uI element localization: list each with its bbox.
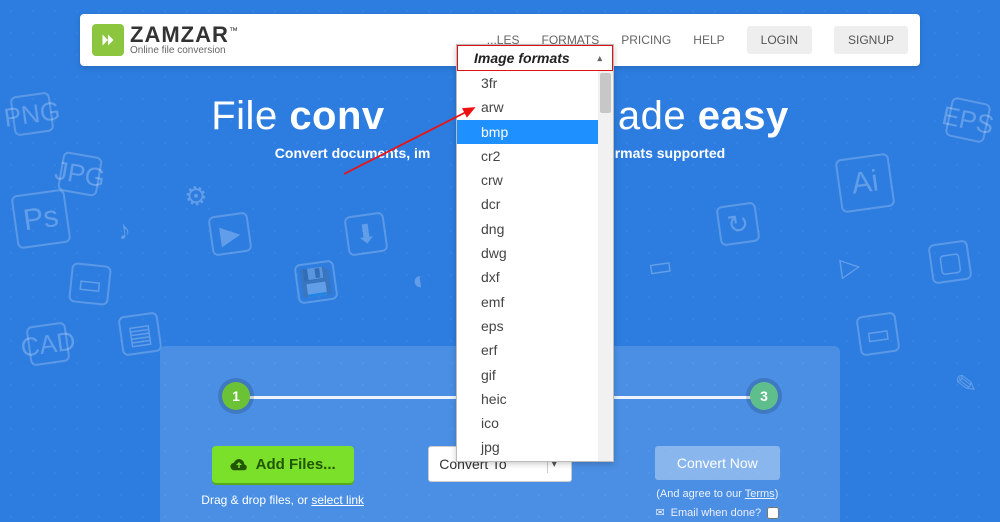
add-hint: Drag & drop files, or select link: [201, 493, 364, 507]
terms-link[interactable]: Terms: [745, 488, 775, 500]
format-option-cr2[interactable]: cr2: [457, 144, 613, 168]
bg-icon-book: ▤: [117, 311, 162, 356]
logo-icon: [92, 24, 124, 56]
step-1: 1: [222, 382, 250, 410]
login-button[interactable]: LOGIN: [747, 26, 812, 54]
bg-icon-pencil: ✎: [943, 361, 988, 406]
step-3: 3: [750, 382, 778, 410]
scrollbar-thumb[interactable]: [600, 73, 611, 113]
bg-icon-page: ▭: [637, 243, 682, 288]
format-option-erf[interactable]: erf: [457, 338, 613, 362]
format-option-bmp[interactable]: bmp: [457, 120, 613, 144]
triangle-up-icon: ▴: [597, 53, 602, 64]
bg-icon-ps: Ps: [11, 189, 72, 250]
format-option-heic[interactable]: heic: [457, 387, 613, 411]
bg-icon-play2: ▷: [827, 243, 872, 288]
format-option-eps[interactable]: eps: [457, 314, 613, 338]
bg-icon-laptop: ▭: [855, 311, 900, 356]
signup-button[interactable]: SIGNUP: [834, 26, 908, 54]
bg-icon-note: ♪: [101, 207, 146, 252]
brand-name: ZAMZAR: [130, 22, 229, 47]
convert-now-button[interactable]: Convert Now: [655, 446, 780, 480]
bg-icon-cad: CAD: [25, 321, 70, 366]
col-add: Add Files... Drag & drop files, or selec…: [184, 446, 381, 507]
bg-icon-frame: ▢: [927, 239, 972, 284]
format-option-dng[interactable]: dng: [457, 217, 613, 241]
format-option-jpeg[interactable]: jpeg: [457, 460, 613, 461]
nav-help[interactable]: HELP: [693, 33, 724, 47]
format-option-dxf[interactable]: dxf: [457, 265, 613, 289]
bg-icon-jpg: JPG: [57, 151, 103, 197]
email-when-done[interactable]: ✉ Email when done?: [655, 506, 779, 519]
format-option-dwg[interactable]: dwg: [457, 241, 613, 265]
bg-icon-png: PNG: [9, 91, 54, 136]
bg-icon-play: ▶: [207, 211, 252, 256]
dropdown-header: Image formats ▴: [457, 45, 613, 71]
dropdown-list: 3frarwbmpcr2crwdcrdngdwgdxfemfepserfgifh…: [457, 71, 613, 461]
bg-icon-ai: Ai: [835, 153, 896, 214]
email-label: Email when done?: [671, 507, 762, 519]
format-option-arw[interactable]: arw: [457, 95, 613, 119]
add-files-button[interactable]: Add Files...: [212, 446, 354, 483]
scrollbar[interactable]: [598, 71, 613, 461]
add-files-label: Add Files...: [256, 456, 336, 473]
format-option-gif[interactable]: gif: [457, 363, 613, 387]
select-link[interactable]: select link: [311, 493, 364, 507]
cloud-upload-icon: [230, 458, 248, 472]
bg-icon-eps: EPS: [944, 96, 991, 143]
bg-icon-tape: ▭: [68, 262, 112, 306]
logo[interactable]: ZAMZAR™ Online file conversion: [92, 24, 239, 56]
bg-icon-gear: ⚙: [173, 173, 218, 218]
bg-icon-dot: ◐: [397, 257, 442, 302]
terms-line: (And agree to our Terms): [656, 488, 778, 500]
format-option-3fr[interactable]: 3fr: [457, 71, 613, 95]
bg-icon-down: ⬇: [343, 211, 388, 256]
format-option-jpg[interactable]: jpg: [457, 435, 613, 459]
col-convert-now: Convert Now (And agree to our Terms) ✉ E…: [619, 446, 816, 519]
mail-icon: ✉: [655, 506, 664, 519]
format-dropdown: Image formats ▴ 3frarwbmpcr2crwdcrdngdwg…: [456, 44, 614, 462]
format-option-emf[interactable]: emf: [457, 290, 613, 314]
format-option-ico[interactable]: ico: [457, 411, 613, 435]
format-option-dcr[interactable]: dcr: [457, 192, 613, 216]
bg-icon-refresh: ↻: [715, 201, 760, 246]
nav-pricing[interactable]: PRICING: [621, 33, 671, 47]
email-checkbox[interactable]: [767, 507, 779, 519]
bg-icon-floppy: 💾: [293, 259, 338, 304]
brand-tm: ™: [229, 26, 239, 36]
format-option-crw[interactable]: crw: [457, 168, 613, 192]
brand-tagline: Online file conversion: [130, 46, 239, 56]
